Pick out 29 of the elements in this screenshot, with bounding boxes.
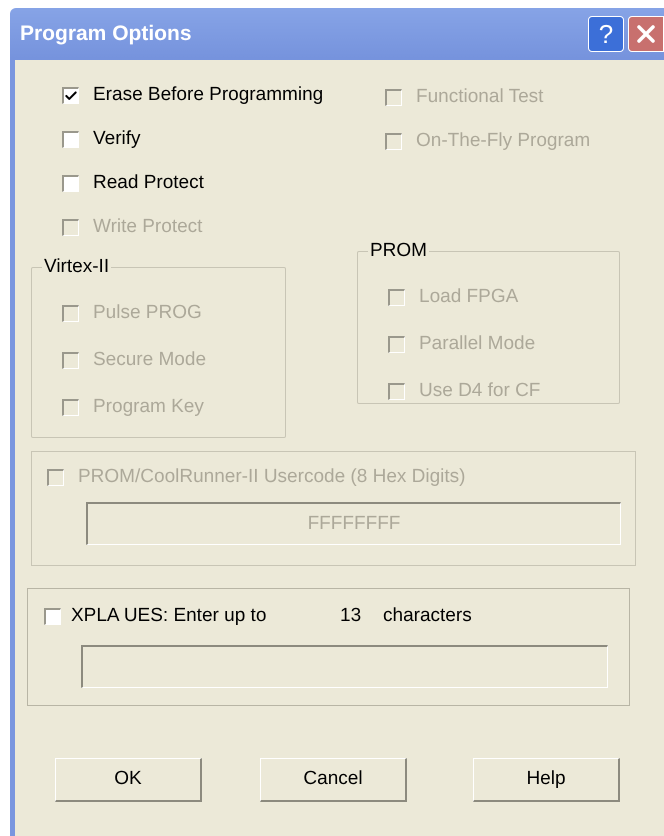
checkbox-label: Load FPGA — [419, 285, 518, 310]
checkbox-label: PROM/CoolRunner-II Usercode (8 Hex Digits) — [78, 464, 466, 489]
check-icon — [64, 88, 78, 102]
dialog-button[interactable]: Help — [473, 758, 620, 802]
checkbox-label: Use D4 for CF — [419, 379, 540, 404]
character-count: 13 — [340, 604, 362, 628]
checkbox-label: Secure Mode — [93, 348, 206, 372]
dialog-button[interactable]: Cancel — [260, 758, 407, 802]
checkbox-label: Write Protect — [93, 214, 202, 239]
checkbox-label: Erase Before Programming — [93, 82, 324, 107]
checkbox-label: On-The-Fly Program — [416, 128, 590, 153]
close-button[interactable] — [628, 16, 664, 52]
window-title: Program Options — [20, 21, 193, 48]
usercode-value: FFFFFFFF — [308, 512, 400, 536]
checkbox-label: Read Protect — [93, 170, 204, 195]
checkbox[interactable] — [62, 174, 79, 192]
dialog-button[interactable]: OK — [55, 758, 202, 802]
checkbox-label: Parallel Mode — [419, 332, 536, 356]
checkbox-label: Functional Test — [416, 84, 544, 109]
checkbox[interactable] — [44, 608, 61, 624]
checkbox[interactable] — [62, 130, 79, 148]
checkbox-label: Pulse PROG — [93, 301, 202, 326]
checkbox-label: Program Key — [93, 395, 204, 420]
xpla-field[interactable] — [81, 645, 608, 688]
help-button[interactable]: ? — [588, 16, 624, 52]
characters-label: characters — [383, 604, 472, 628]
xpla-label: XPLA UES: Enter up to — [71, 604, 268, 628]
checkbox[interactable] — [62, 86, 79, 104]
checkbox-label: Verify — [93, 126, 141, 151]
